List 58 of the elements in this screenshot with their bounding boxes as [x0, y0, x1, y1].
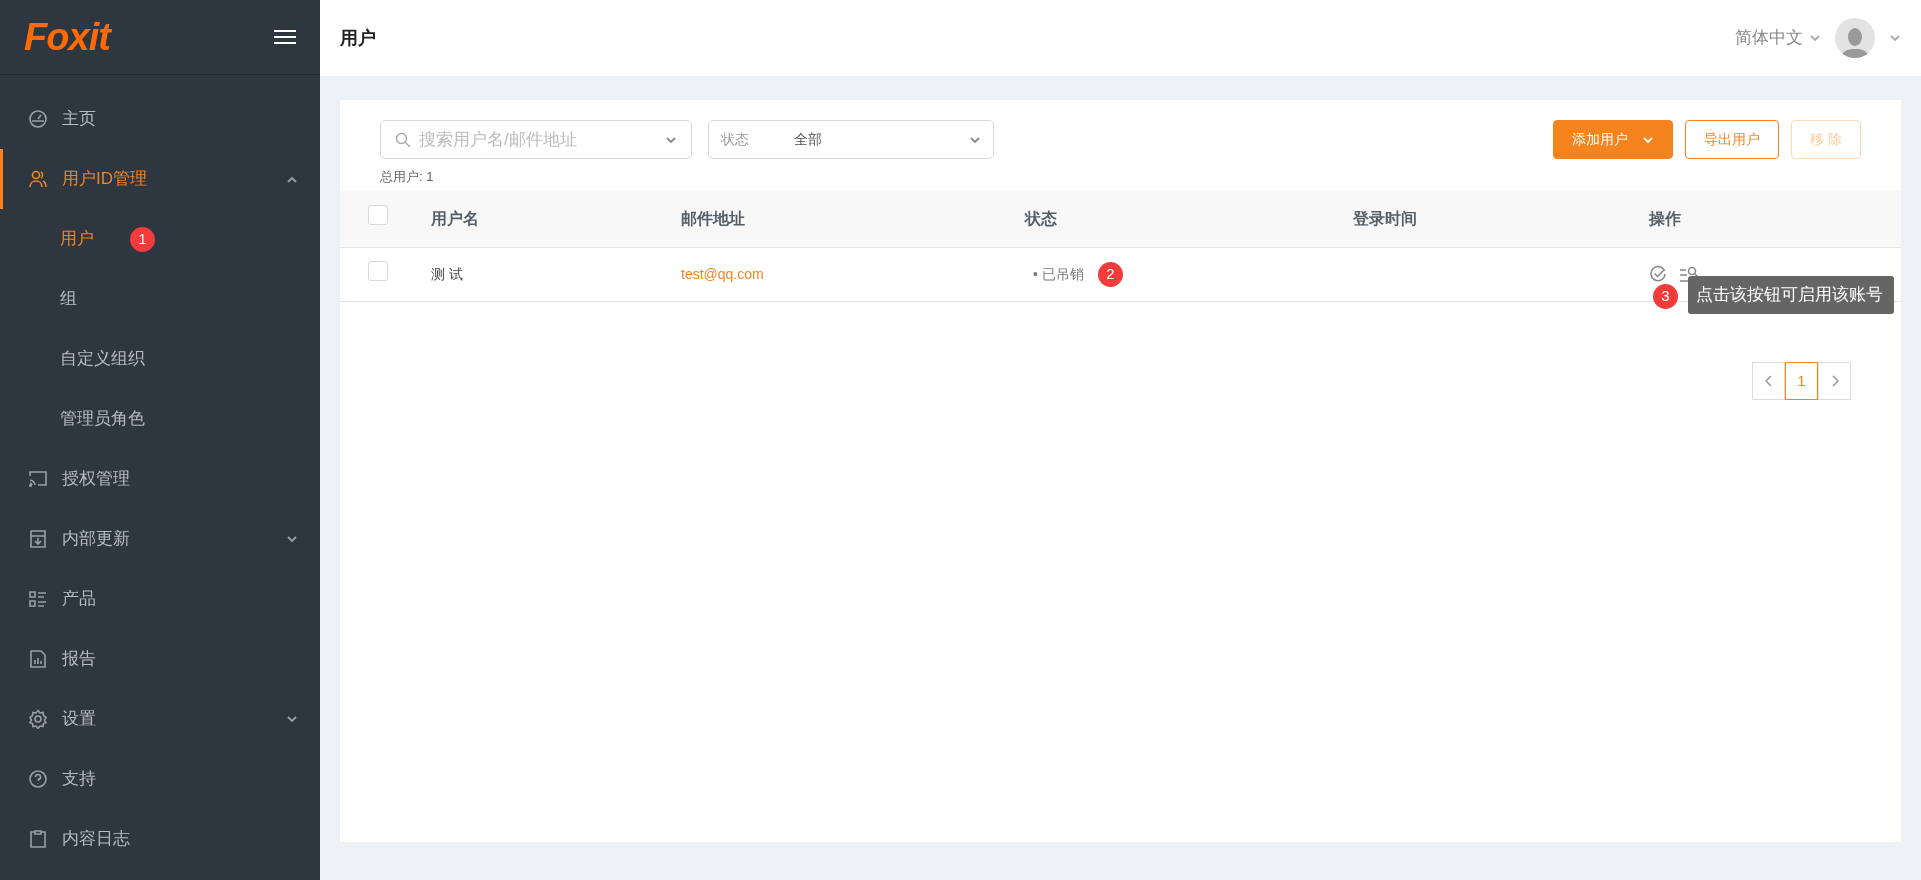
- nav-item[interactable]: 支持: [0, 749, 320, 809]
- search-input[interactable]: 搜索用户名/邮件地址: [419, 126, 657, 153]
- search-field[interactable]: 搜索用户名/邮件地址: [380, 120, 692, 159]
- avatar[interactable]: [1835, 18, 1875, 58]
- chevron-right-icon: [1830, 375, 1839, 387]
- settings-icon: [28, 709, 48, 729]
- number-badge: 2: [1097, 261, 1123, 287]
- menu-icon[interactable]: [274, 29, 296, 45]
- chevron-up-icon: [286, 175, 298, 183]
- chevron-down-icon: [1642, 135, 1655, 144]
- number-badge: 1: [130, 226, 155, 252]
- next-page-button[interactable]: [1818, 362, 1851, 400]
- help-icon: [28, 769, 48, 789]
- column-header: 邮件地址: [681, 209, 745, 227]
- list-icon: [28, 589, 48, 609]
- total-count: 总用户: 1: [380, 168, 435, 186]
- users-icon: [28, 169, 48, 189]
- chevron-down-icon: [286, 535, 298, 543]
- tooltip: 点击该按钮可启用该账号: [1688, 276, 1894, 314]
- nav-subitem[interactable]: 组: [0, 269, 320, 329]
- chevron-down-icon: [286, 715, 298, 723]
- nav-subitem[interactable]: 用户 1: [0, 209, 320, 269]
- column-header: 用户名: [431, 209, 479, 227]
- chevron-left-icon: [1764, 375, 1773, 387]
- clipboard-icon: [28, 829, 48, 849]
- checkbox[interactable]: [368, 205, 388, 225]
- previous-page-button[interactable]: [1752, 362, 1785, 400]
- checkbox[interactable]: [368, 260, 388, 281]
- column-header: 状态: [1025, 209, 1057, 227]
- status-select[interactable]: 状态 全部: [708, 120, 994, 159]
- dashboard-icon: [28, 109, 48, 129]
- table-cell: 测 试: [431, 266, 463, 282]
- nav-item[interactable]: 内容日志: [0, 809, 320, 869]
- chevron-down-icon: [665, 135, 677, 144]
- nav-item[interactable]: 授权管理: [0, 449, 320, 509]
- nav-item[interactable]: 主页: [0, 89, 320, 149]
- inbox-download-icon: [28, 529, 48, 549]
- chevron-down-icon: [1889, 34, 1901, 42]
- language-selector[interactable]: 简体中文: [1735, 25, 1821, 51]
- search-icon: [395, 131, 411, 148]
- number-badge: 3: [1653, 284, 1678, 309]
- status-text: • 已吊销: [1033, 264, 1084, 284]
- nav-item[interactable]: 产品: [0, 569, 320, 629]
- nav-item[interactable]: 报告: [0, 629, 320, 689]
- check-circle-icon[interactable]: [1649, 265, 1667, 283]
- nav-item[interactable]: 用户ID管理: [0, 149, 320, 209]
- nav-item[interactable]: 内部更新: [0, 509, 320, 569]
- column-header: 操作: [1649, 209, 1681, 227]
- chevron-down-icon: [1809, 34, 1821, 42]
- nav-subitem[interactable]: 管理员角色: [0, 389, 320, 449]
- column-header: 登录时间: [1353, 209, 1417, 227]
- cast-icon: [28, 469, 48, 489]
- page-title: 用户: [340, 26, 376, 50]
- chevron-down-icon: [969, 135, 981, 144]
- nav-subitem[interactable]: 自定义组织: [0, 329, 320, 389]
- report-icon: [28, 649, 48, 669]
- nav-item[interactable]: 设置: [0, 689, 320, 749]
- logo: Foxit: [24, 18, 111, 56]
